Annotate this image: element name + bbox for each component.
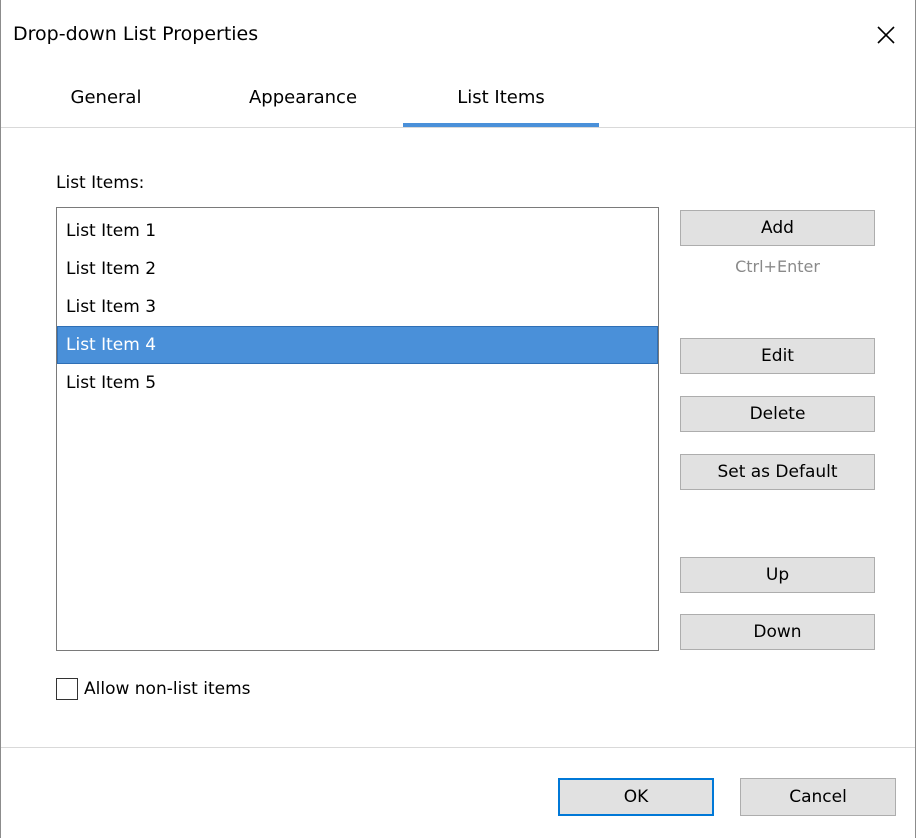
up-button[interactable]: Up (680, 557, 875, 593)
list-item-selected[interactable]: List Item 4 (57, 326, 658, 364)
tab-list-items[interactable]: List Items (403, 86, 599, 110)
allow-non-list-items-checkbox[interactable] (56, 678, 78, 700)
drop-down-list-properties-dialog: Drop-down List Properties General Appear… (0, 0, 916, 838)
cancel-button[interactable]: Cancel (740, 778, 896, 816)
list-items-listbox[interactable]: List Item 1 List Item 2 List Item 3 List… (56, 207, 659, 651)
delete-button[interactable]: Delete (680, 396, 875, 432)
tab-general[interactable]: General (61, 86, 151, 110)
close-icon (877, 26, 895, 44)
tab-appearance[interactable]: Appearance (233, 86, 373, 110)
tabs-divider (1, 127, 915, 128)
allow-non-list-items-label: Allow non-list items (84, 679, 251, 699)
list-item[interactable]: List Item 1 (57, 212, 658, 250)
allow-non-list-items-option[interactable]: Allow non-list items (56, 678, 251, 700)
close-button[interactable] (869, 18, 903, 52)
list-item[interactable]: List Item 3 (57, 288, 658, 326)
add-shortcut-hint: Ctrl+Enter (735, 257, 820, 276)
dialog-title: Drop-down List Properties (13, 23, 259, 45)
ok-button[interactable]: OK (558, 778, 714, 816)
edit-button[interactable]: Edit (680, 338, 875, 374)
list-item[interactable]: List Item 2 (57, 250, 658, 288)
footer-divider (1, 747, 915, 748)
down-button[interactable]: Down (680, 614, 875, 650)
set-as-default-button[interactable]: Set as Default (680, 454, 875, 490)
list-item[interactable]: List Item 5 (57, 364, 658, 402)
add-button[interactable]: Add (680, 210, 875, 246)
list-items-label: List Items: (56, 173, 145, 193)
